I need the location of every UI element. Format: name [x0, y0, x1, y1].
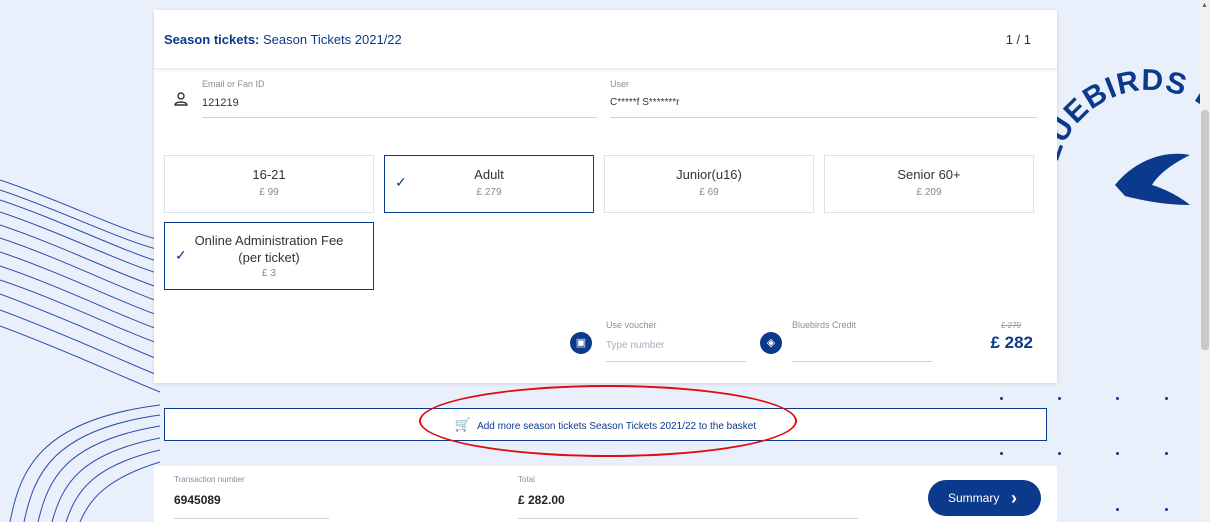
old-price: £ 279: [1000, 321, 1021, 330]
email-label: Email or Fan ID: [202, 79, 265, 89]
option-16-21[interactable]: 16-21 £ 99: [164, 155, 374, 213]
option-price: £ 3: [262, 268, 276, 279]
highlight-ellipse: [419, 385, 797, 457]
transaction-number: 6945089: [174, 493, 221, 507]
transaction-underline: [174, 518, 329, 519]
option-price: £ 69: [699, 187, 719, 198]
bluebirds-logo-watermark: BLUEBIRDS BLUEBIRDS: [1040, 64, 1210, 274]
option-name: Junior(u16): [676, 167, 742, 182]
total-price: £ 282: [990, 333, 1033, 352]
user-icon: [174, 92, 188, 106]
svg-text:BLUEBIRDS BLUEBIRDS: BLUEBIRDS BLUEBIRDS: [1040, 64, 1210, 274]
credit-underline: [792, 361, 932, 362]
background-wave-pattern: [0, 179, 160, 522]
checkmark-icon: ✓: [395, 174, 407, 190]
option-price: £ 99: [259, 187, 279, 198]
total-label: Total: [518, 475, 535, 484]
scroll-up-icon[interactable]: ▲: [1201, 2, 1208, 9]
option-price: £ 209: [916, 187, 942, 198]
option-junior[interactable]: Junior(u16) £ 69: [604, 155, 814, 213]
tag-icon: ◈: [760, 332, 782, 354]
ticket-counter: 1 / 1: [1005, 32, 1031, 47]
user-underline: [610, 117, 1037, 118]
option-senior[interactable]: Senior 60+ £ 209: [824, 155, 1034, 213]
summary-label: Summary: [948, 491, 1000, 505]
voucher-underline: [606, 361, 746, 362]
user-field: C*****f S*******r: [610, 97, 680, 108]
total-underline: [518, 518, 858, 519]
summary-button[interactable]: Summary ›: [928, 480, 1041, 516]
page-title: Season tickets: Season Tickets 2021/22: [164, 32, 402, 47]
option-name: Senior 60+: [897, 167, 961, 182]
option-name: Online Administration Fee (per ticket): [194, 233, 344, 265]
option-adult[interactable]: ✓ Adult £ 279: [384, 155, 594, 213]
scrollbar[interactable]: ▲: [1200, 0, 1210, 522]
option-name: Adult: [474, 167, 504, 182]
email-underline: [202, 117, 597, 118]
transaction-label: Transaction number: [174, 475, 245, 484]
voucher-input[interactable]: Type number: [606, 340, 664, 351]
option-price: £ 279: [476, 187, 502, 198]
email-field[interactable]: 121219: [202, 97, 239, 109]
checkmark-icon: ✓: [175, 247, 187, 263]
option-name: 16-21: [252, 167, 286, 182]
option-admin-fee[interactable]: ✓ Online Administration Fee (per ticket)…: [164, 222, 374, 290]
user-label: User: [610, 79, 630, 89]
chevron-right-icon: ›: [1011, 488, 1017, 508]
season-ticket-card: Season tickets: Season Tickets 2021/22 1…: [154, 10, 1057, 383]
title-prefix: Season tickets:: [164, 32, 260, 47]
total-amount: £ 282.00: [518, 493, 565, 507]
voucher-label: Use voucher: [606, 320, 657, 330]
scrollbar-thumb[interactable]: [1201, 110, 1209, 350]
voucher-icon: ▣: [570, 332, 592, 354]
title-season: Season Tickets 2021/22: [263, 32, 402, 47]
credit-label: Bluebirds Credit: [792, 320, 857, 330]
card-header: Season tickets: Season Tickets 2021/22 1…: [154, 10, 1057, 69]
checkout-footer: Transaction number 6945089 Total £ 282.0…: [154, 466, 1057, 522]
